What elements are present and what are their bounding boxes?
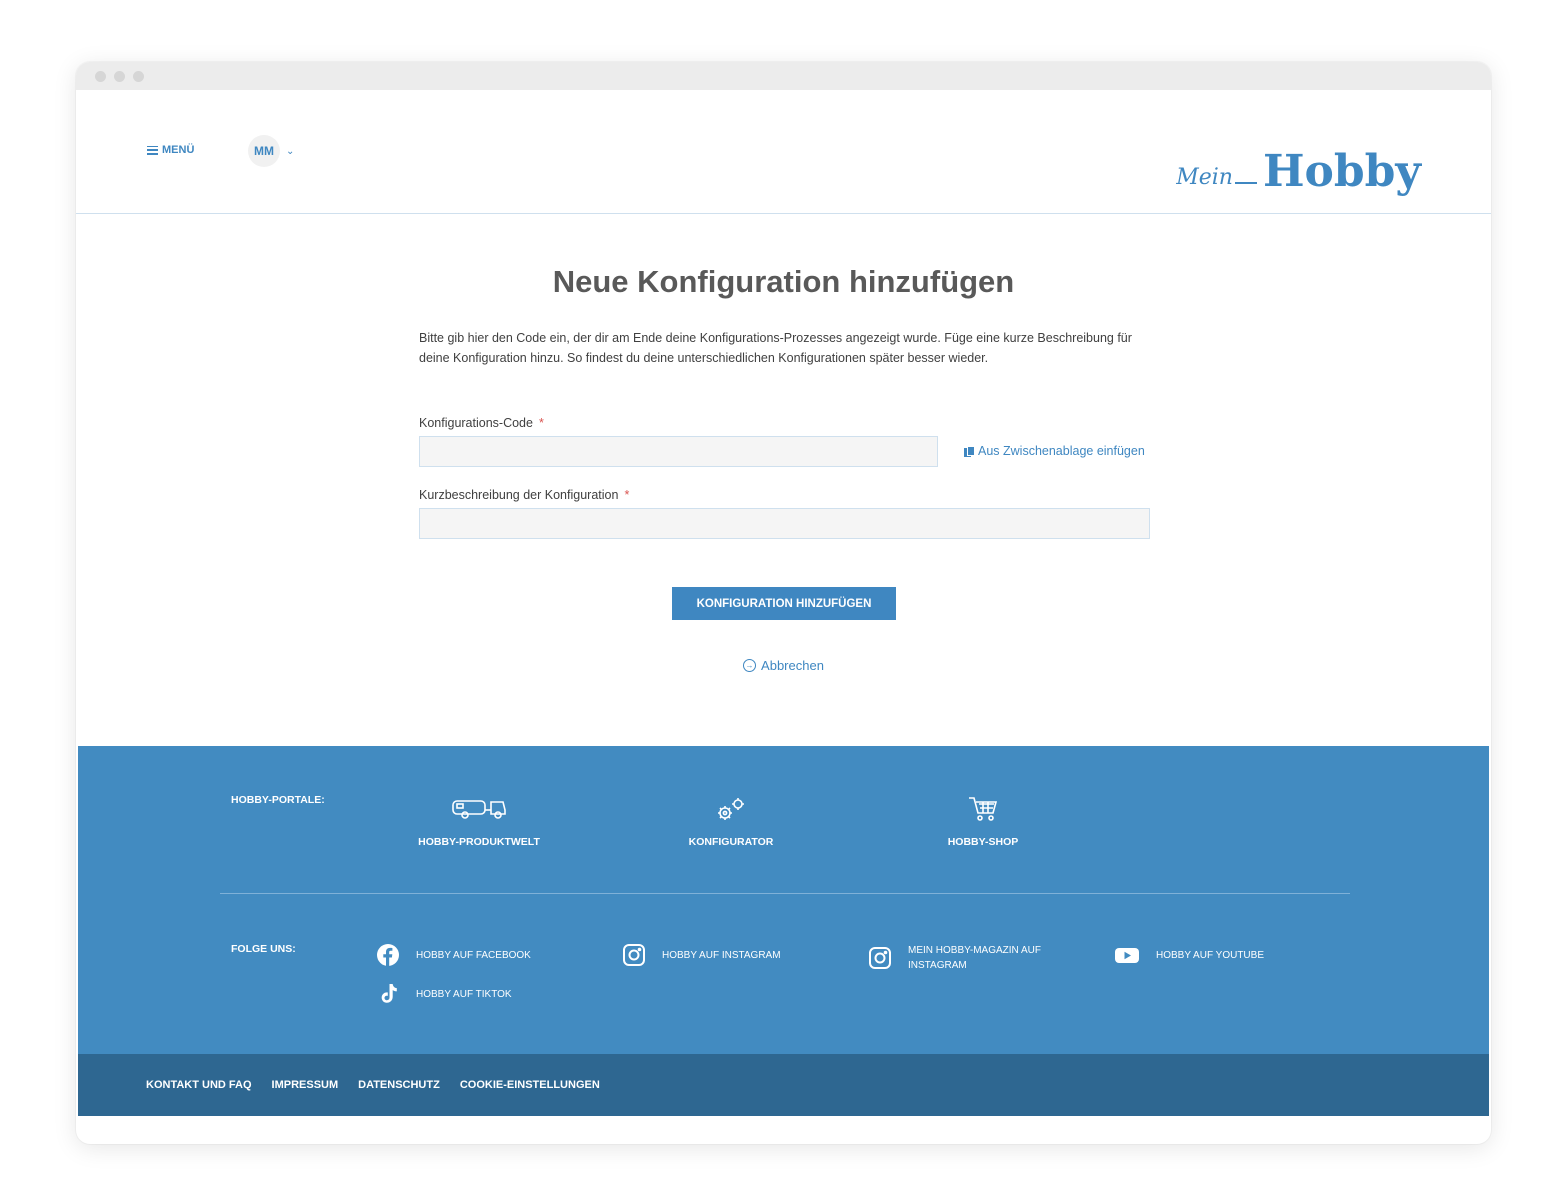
cancel-link[interactable]: → Abbrechen [76,658,1491,673]
cookie-settings-link[interactable]: COOKIE-EINSTELLUNGEN [460,1079,600,1091]
window-titlebar [76,62,1491,90]
follow-label: FOLGE UNS: [231,943,296,955]
hamburger-icon [147,145,158,155]
cart-icon [903,794,1063,824]
social-label: HOBBY AUF INSTAGRAM [662,949,781,961]
site-footer: HOBBY-PORTALE: HOBBY-PRODUKTWELT KONFIGU… [78,746,1489,1054]
code-label: Konfigurations-Code * [419,416,544,430]
avatar: MM [248,135,280,167]
paste-label: Aus Zwischenablage einfügen [978,444,1145,458]
site-logo[interactable]: Mein Hobby [1176,150,1421,194]
window-close-dot[interactable] [95,70,106,82]
cancel-label: Abbrechen [761,658,824,673]
required-mark: * [538,416,544,430]
impressum-link[interactable]: IMPRESSUM [272,1079,339,1091]
intro-text: Bitte gib hier den Code ein, der dir am … [419,331,1132,365]
facebook-icon [377,944,399,966]
configuration-code-input[interactable] [419,436,938,467]
social-label: MEIN HOBBY-MAGAZIN AUF INSTAGRAM [908,945,1041,971]
site-header: MENÜ MM ⌄ Mein Hobby [76,90,1491,214]
portal-label: HOBBY-PRODUKTWELT [418,836,540,848]
sub-footer: KONTAKT UND FAQ IMPRESSUM DATENSCHUTZ CO… [78,1054,1489,1116]
caravan-icon [399,794,559,824]
social-facebook[interactable]: HOBBY AUF FACEBOOK [376,943,531,967]
social-label: HOBBY AUF YOUTUBE [1156,949,1264,961]
menu-label: MENÜ [162,144,195,156]
description-label-text: Kurzbeschreibung der Konfiguration [419,488,619,502]
menu-button[interactable]: MENÜ [147,144,194,156]
required-mark: * [624,488,630,502]
instagram-icon [623,944,645,966]
datenschutz-link[interactable]: DATENSCHUTZ [358,1079,440,1091]
description-input[interactable] [419,508,1150,539]
window-minimize-dot[interactable] [114,70,125,82]
social-tiktok[interactable]: HOBBY AUF TIKTOK [376,982,512,1006]
social-label: HOBBY AUF FACEBOOK [416,949,531,961]
social-instagram[interactable]: HOBBY AUF INSTAGRAM [622,943,781,967]
user-menu-button[interactable]: MM ⌄ [248,135,294,167]
portals-label: HOBBY-PORTALE: [231,794,325,806]
chevron-down-icon: ⌄ [286,145,295,157]
gears-icon [651,794,811,824]
clipboard-icon [964,445,975,457]
add-configuration-button[interactable]: KONFIGURATION HINZUFÜGEN [672,587,896,620]
footer-divider [220,893,1350,894]
portal-label: KONFIGURATOR [688,836,774,848]
tiktok-icon [381,984,397,1003]
description-label: Kurzbeschreibung der Konfiguration * [419,488,629,502]
contact-faq-link[interactable]: KONTAKT UND FAQ [146,1079,252,1091]
portal-label: HOBBY-SHOP [947,836,1019,848]
portal-produktwelt[interactable]: HOBBY-PRODUKTWELT [399,794,559,848]
instagram-icon [869,947,891,969]
youtube-icon [1115,948,1139,963]
arrow-circle-icon: → [743,659,757,672]
logo-wordmark: Hobby [1262,146,1421,197]
window-maximize-dot[interactable] [133,70,144,82]
browser-window: MENÜ MM ⌄ Mein Hobby Neue Konfiguration … [76,62,1491,1144]
social-youtube[interactable]: HOBBY AUF YOUTUBE [1114,943,1264,967]
social-label: HOBBY AUF TIKTOK [416,988,512,1000]
portal-konfigurator[interactable]: KONFIGURATOR [651,794,811,848]
portal-shop[interactable]: HOBBY-SHOP [903,794,1063,848]
code-label-text: Konfigurations-Code [419,416,533,430]
paste-from-clipboard-link[interactable]: Aus Zwischenablage einfügen [964,444,1145,458]
main-content: Neue Konfiguration hinzufügen Bitte gib … [76,214,1491,746]
social-magazin-instagram[interactable]: MEIN HOBBY-MAGAZIN AUF INSTAGRAM [868,943,1053,973]
logo-script: Mein [1176,165,1233,190]
logo-underline [1234,182,1257,184]
page-title: Neue Konfiguration hinzufügen [552,264,1015,299]
